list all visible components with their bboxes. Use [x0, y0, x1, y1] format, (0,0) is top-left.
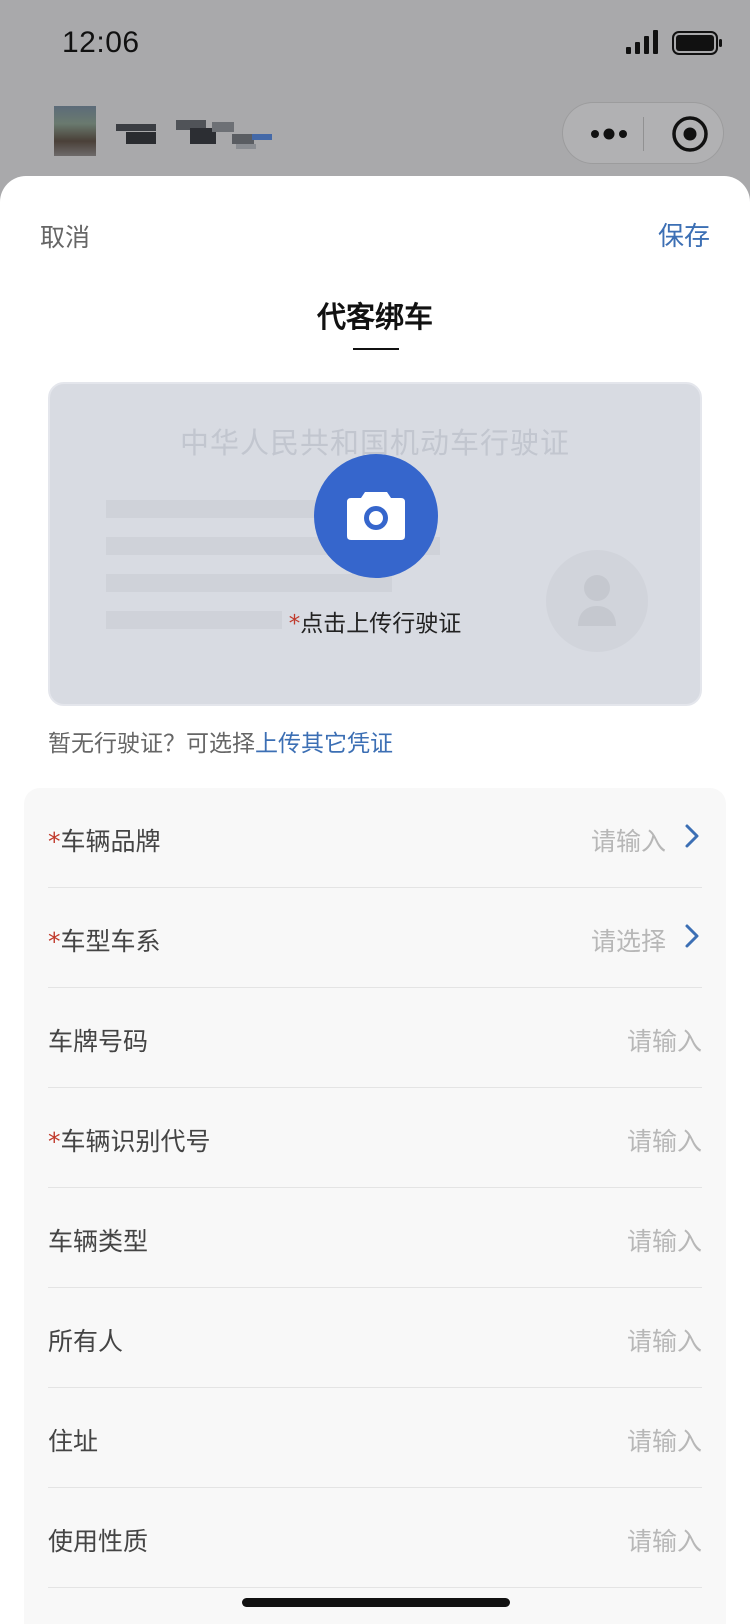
- app-title-blurred: [116, 120, 272, 149]
- page-title: 代客绑车: [316, 300, 433, 334]
- vehicle-form: *车辆品牌 请输入 *车型车系 请选择 车牌号码 请输入 *车辆识别代号 请输入…: [24, 788, 726, 1624]
- upload-hint: *点击上传行驶证: [50, 604, 700, 638]
- row-value[interactable]: 请选择: [591, 922, 666, 958]
- row-label: *车型车系: [48, 922, 161, 958]
- status-bar: 12:06: [0, 0, 750, 92]
- row-value[interactable]: 请输入: [591, 822, 666, 858]
- row-label: 使用性质: [48, 1522, 148, 1558]
- bind-car-sheet: 取消 保存 代客绑车 中华人民共和国机动车行驶证 *点击上传行驶证 暂无行驶证？…: [0, 176, 750, 1624]
- form-row-use-nature[interactable]: 使用性质 请输入: [48, 1488, 702, 1588]
- capsule-divider: [643, 117, 644, 151]
- row-value[interactable]: 请输入: [627, 1522, 702, 1558]
- alternative-credential-line: 暂无行驶证？可选择上传其它凭证: [48, 724, 393, 758]
- row-label-text: 车辆类型: [48, 1227, 149, 1256]
- avatar: [54, 106, 96, 156]
- home-indicator: [242, 1598, 510, 1607]
- form-row-plate-number[interactable]: 车牌号码 请输入: [48, 988, 702, 1088]
- upload-other-credential-link[interactable]: 上传其它凭证: [255, 731, 393, 757]
- row-label-text: 车型车系: [60, 927, 161, 956]
- app-header: [0, 92, 750, 182]
- row-label-text: 车牌号码: [48, 1027, 149, 1056]
- chevron-right-icon: [685, 924, 699, 948]
- row-label: 车辆类型: [48, 1222, 148, 1258]
- row-label-text: 使用性质: [48, 1527, 149, 1556]
- cancel-button[interactable]: 取消: [40, 218, 90, 254]
- license-upload-card[interactable]: 中华人民共和国机动车行驶证 *点击上传行驶证: [48, 382, 702, 706]
- row-label-text: 所有人: [48, 1327, 124, 1356]
- row-label: 车牌号码: [48, 1022, 148, 1058]
- required-mark: *: [48, 927, 61, 956]
- form-row-owner[interactable]: 所有人 请输入: [48, 1288, 702, 1388]
- row-label-text: 车辆识别代号: [60, 1127, 211, 1156]
- status-time: 12:06: [62, 26, 140, 59]
- capsule-menu: [562, 102, 724, 164]
- alternative-prefix: 暂无行驶证？可选择: [48, 731, 255, 757]
- chevron-right-icon: [685, 824, 699, 848]
- row-label: *车辆品牌: [48, 822, 161, 858]
- save-button[interactable]: 保存: [658, 216, 710, 253]
- row-value[interactable]: 请输入: [627, 1022, 702, 1058]
- row-value[interactable]: 请输入: [627, 1322, 702, 1358]
- upload-hint-text: 点击上传行驶证: [300, 611, 462, 637]
- row-value[interactable]: 请输入: [627, 1222, 702, 1258]
- row-label: 所有人: [48, 1322, 123, 1358]
- form-row-model-series[interactable]: *车型车系 请选择: [48, 888, 702, 988]
- required-mark: *: [48, 1127, 61, 1156]
- row-value[interactable]: 请输入: [627, 1122, 702, 1158]
- form-row-address[interactable]: 住址 请输入: [48, 1388, 702, 1488]
- row-label-text: 车辆品牌: [60, 827, 161, 856]
- row-label-text: 住址: [48, 1427, 99, 1456]
- battery-icon: [672, 31, 722, 55]
- required-mark: *: [288, 611, 301, 637]
- row-label: 住址: [48, 1422, 98, 1458]
- form-row-vehicle-type[interactable]: 车辆类型 请输入: [48, 1188, 702, 1288]
- row-value[interactable]: 请输入: [627, 1422, 702, 1458]
- camera-upload-button[interactable]: [314, 454, 438, 578]
- placeholder-line: [106, 574, 392, 592]
- row-label: *车辆识别代号: [48, 1122, 211, 1158]
- camera-icon: [347, 492, 405, 540]
- more-dots-icon[interactable]: [587, 119, 631, 149]
- required-mark: *: [48, 827, 61, 856]
- form-row-vehicle-brand[interactable]: *车辆品牌 请输入: [48, 788, 702, 888]
- signal-icon: [626, 30, 658, 54]
- title-underline: [353, 348, 399, 350]
- form-row-vin[interactable]: *车辆识别代号 请输入: [48, 1088, 702, 1188]
- record-target-icon[interactable]: [671, 115, 709, 153]
